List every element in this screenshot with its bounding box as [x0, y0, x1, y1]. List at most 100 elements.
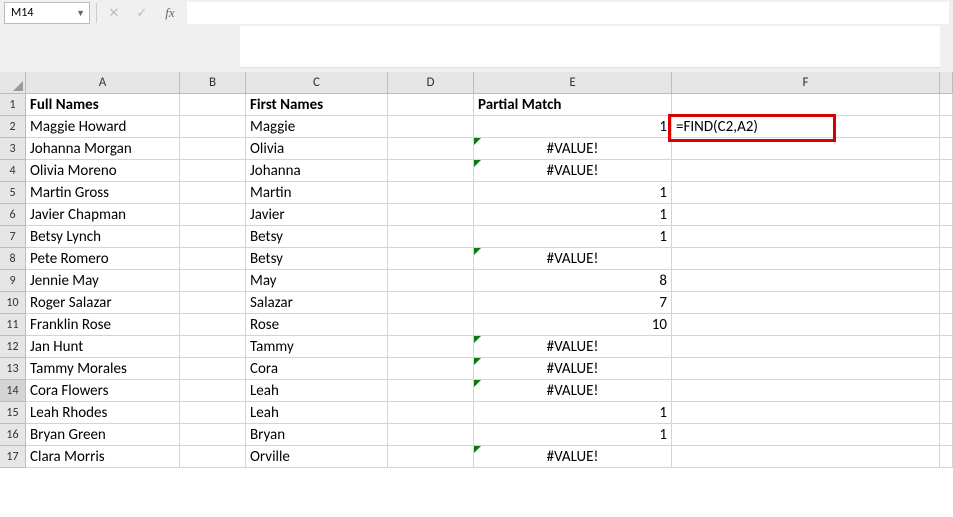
cell-f17[interactable] [672, 446, 940, 468]
column-header-B[interactable]: B [180, 72, 246, 94]
cell-e8[interactable]: #VALUE! [474, 248, 672, 270]
cell-g14[interactable] [940, 380, 953, 402]
cell-c8[interactable]: Betsy [246, 248, 388, 270]
cell-b10[interactable] [180, 292, 246, 314]
cell-e1[interactable]: Partial Match [474, 94, 672, 116]
cell-c14[interactable]: Leah [246, 380, 388, 402]
cell-e12[interactable]: #VALUE! [474, 336, 672, 358]
cell-e3[interactable]: #VALUE! [474, 138, 672, 160]
cell-e5[interactable]: 1 [474, 182, 672, 204]
row-header-5[interactable]: 5 [0, 182, 26, 204]
cell-c1[interactable]: First Names [246, 94, 388, 116]
cell-a2[interactable]: Maggie Howard [26, 116, 180, 138]
cell-f7[interactable] [672, 226, 940, 248]
enter-icon[interactable]: ✓ [131, 2, 153, 24]
cell-d10[interactable] [388, 292, 474, 314]
cell-c13[interactable]: Cora [246, 358, 388, 380]
cell-f4[interactable] [672, 160, 940, 182]
cell-a11[interactable]: Franklin Rose [26, 314, 180, 336]
cell-g11[interactable] [940, 314, 953, 336]
cell-a17[interactable]: Clara Morris [26, 446, 180, 468]
cell-f15[interactable] [672, 402, 940, 424]
cell-g5[interactable] [940, 182, 953, 204]
cell-e15[interactable]: 1 [474, 402, 672, 424]
row-header-8[interactable]: 8 [0, 248, 26, 270]
cell-g17[interactable] [940, 446, 953, 468]
column-header-C[interactable]: C [246, 72, 388, 94]
cell-a10[interactable]: Roger Salazar [26, 292, 180, 314]
cell-f13[interactable] [672, 358, 940, 380]
cell-e7[interactable]: 1 [474, 226, 672, 248]
cell-c10[interactable]: Salazar [246, 292, 388, 314]
row-header-2[interactable]: 2 [0, 116, 26, 138]
column-header-edge[interactable] [940, 72, 953, 94]
cell-c3[interactable]: Olivia [246, 138, 388, 160]
cell-a1[interactable]: Full Names [26, 94, 180, 116]
cell-g8[interactable] [940, 248, 953, 270]
cell-b7[interactable] [180, 226, 246, 248]
cell-g15[interactable] [940, 402, 953, 424]
cell-b4[interactable] [180, 160, 246, 182]
cell-b8[interactable] [180, 248, 246, 270]
row-header-16[interactable]: 16 [0, 424, 26, 446]
cell-f16[interactable] [672, 424, 940, 446]
row-header-9[interactable]: 9 [0, 270, 26, 292]
cell-e14[interactable]: #VALUE! [474, 380, 672, 402]
row-header-10[interactable]: 10 [0, 292, 26, 314]
row-header-11[interactable]: 11 [0, 314, 26, 336]
cell-a3[interactable]: Johanna Morgan [26, 138, 180, 160]
cell-e10[interactable]: 7 [474, 292, 672, 314]
cell-a13[interactable]: Tammy Morales [26, 358, 180, 380]
cell-b1[interactable] [180, 94, 246, 116]
column-header-D[interactable]: D [388, 72, 474, 94]
cell-b14[interactable] [180, 380, 246, 402]
cell-b2[interactable] [180, 116, 246, 138]
cell-b13[interactable] [180, 358, 246, 380]
cell-a14[interactable]: Cora Flowers [26, 380, 180, 402]
row-header-3[interactable]: 3 [0, 138, 26, 160]
cell-b16[interactable] [180, 424, 246, 446]
cell-d6[interactable] [388, 204, 474, 226]
cell-e16[interactable]: 1 [474, 424, 672, 446]
cell-a8[interactable]: Pete Romero [26, 248, 180, 270]
cell-c9[interactable]: May [246, 270, 388, 292]
cell-g16[interactable] [940, 424, 953, 446]
column-header-F[interactable]: F [672, 72, 940, 94]
row-header-1[interactable]: 1 [0, 94, 26, 116]
row-header-14[interactable]: 14 [0, 380, 26, 402]
cell-f3[interactable] [672, 138, 940, 160]
cell-b15[interactable] [180, 402, 246, 424]
cell-b3[interactable] [180, 138, 246, 160]
cell-c11[interactable]: Rose [246, 314, 388, 336]
column-header-A[interactable]: A [26, 72, 180, 94]
cell-a6[interactable]: Javier Chapman [26, 204, 180, 226]
cell-d4[interactable] [388, 160, 474, 182]
row-header-6[interactable]: 6 [0, 204, 26, 226]
cell-d2[interactable] [388, 116, 474, 138]
row-header-7[interactable]: 7 [0, 226, 26, 248]
chevron-down-icon[interactable]: ▼ [76, 8, 85, 19]
cell-c6[interactable]: Javier [246, 204, 388, 226]
cell-d15[interactable] [388, 402, 474, 424]
cell-f5[interactable] [672, 182, 940, 204]
cell-e9[interactable]: 8 [474, 270, 672, 292]
cell-e6[interactable]: 1 [474, 204, 672, 226]
cell-f12[interactable] [672, 336, 940, 358]
cell-g7[interactable] [940, 226, 953, 248]
cell-b11[interactable] [180, 314, 246, 336]
cell-f9[interactable] [672, 270, 940, 292]
cell-b9[interactable] [180, 270, 246, 292]
insert-function-icon[interactable]: fx [159, 2, 181, 24]
cell-c7[interactable]: Betsy [246, 226, 388, 248]
cell-b17[interactable] [180, 446, 246, 468]
cell-f10[interactable] [672, 292, 940, 314]
cell-g6[interactable] [940, 204, 953, 226]
cell-e2[interactable]: 1 [474, 116, 672, 138]
cell-g13[interactable] [940, 358, 953, 380]
spreadsheet-grid[interactable]: ABCDEF 1Full NamesFirst NamesPartial Mat… [0, 72, 953, 468]
cell-c5[interactable]: Martin [246, 182, 388, 204]
cell-g1[interactable] [940, 94, 953, 116]
cell-g9[interactable] [940, 270, 953, 292]
cell-g3[interactable] [940, 138, 953, 160]
cell-d17[interactable] [388, 446, 474, 468]
